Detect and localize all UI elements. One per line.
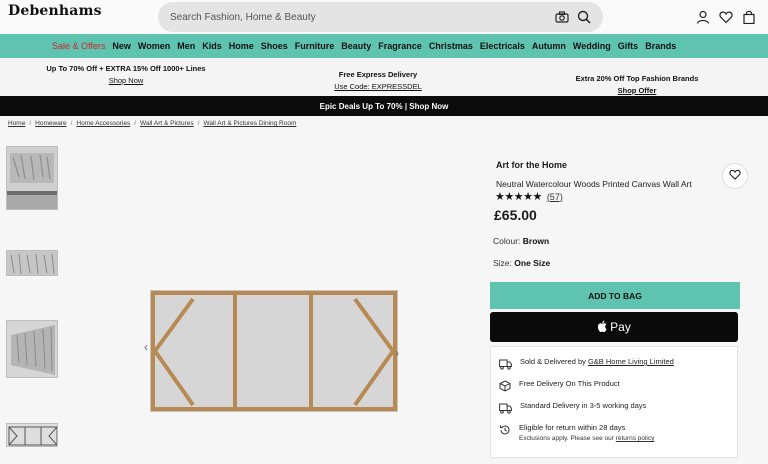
thumbnail-2[interactable] <box>6 250 58 276</box>
promo-left-text: Up To 70% Off + EXTRA 15% Off 1000+ Line… <box>46 64 206 73</box>
promo-left-link[interactable]: Shop Now <box>40 76 212 85</box>
breadcrumb-home[interactable]: Home <box>8 120 25 127</box>
standard-delivery-text: Standard Delivery in 3-5 working days <box>520 401 647 410</box>
canvas-frame-back <box>151 291 397 411</box>
breadcrumb-home-accessories[interactable]: Home Accessories <box>76 120 130 127</box>
wishlist-button[interactable] <box>722 163 748 189</box>
epic-deals-banner[interactable]: Epic Deals Up To 70% | Shop Now <box>0 96 768 116</box>
breadcrumb-homeware[interactable]: Homeware <box>35 120 66 127</box>
promo-center-text: Free Express Delivery <box>338 70 418 79</box>
returns-policy-link[interactable]: returns policy <box>616 435 655 442</box>
search-input[interactable]: Search Fashion, Home & Beauty <box>170 12 547 23</box>
account-icon[interactable] <box>696 10 710 29</box>
box-icon <box>499 379 511 397</box>
product-price: £65.00 <box>494 207 537 223</box>
add-to-bag-button[interactable]: ADD TO BAG <box>490 282 740 309</box>
size-label: Size: <box>493 258 512 268</box>
promo-left: Up To 70% Off + EXTRA 15% Off 1000+ Line… <box>40 64 212 85</box>
review-count-link[interactable]: (57) <box>547 192 563 202</box>
breadcrumb-wall-art[interactable]: Wall Art & Pictures <box>140 120 194 127</box>
promo-center: Free Express Delivery Use Code: EXPRESSD… <box>330 70 426 91</box>
nav-item-wedding[interactable]: Wedding <box>573 41 611 51</box>
nav-item-shoes[interactable]: Shoes <box>261 41 288 51</box>
colour-row: Colour: Brown <box>493 236 549 246</box>
camera-icon[interactable] <box>555 11 569 23</box>
thumbnail-3[interactable] <box>6 320 58 378</box>
apple-icon <box>597 320 607 335</box>
promo-strip: Up To 70% Off + EXTRA 15% Off 1000+ Line… <box>0 58 768 95</box>
nav-item-brands[interactable]: Brands <box>645 41 676 51</box>
nav-item-christmas[interactable]: Christmas <box>429 41 473 51</box>
breadcrumb-separator: / <box>197 120 200 127</box>
nav-item-women[interactable]: Women <box>138 41 170 51</box>
product-rating: ★★★★★ (57) <box>495 190 563 203</box>
returns-sub-prefix: Exclusions apply. Please see our <box>519 435 614 442</box>
logo[interactable]: Debenhams <box>8 3 102 19</box>
seller-row: Sold & Delivered by G&B Home Living Limi… <box>499 357 674 375</box>
main-product-image[interactable] <box>150 290 398 412</box>
promo-right-text: Extra 20% Off Top Fashion Brands <box>575 74 699 83</box>
breadcrumb: Home / Homeware / Home Accessories / Wall A… <box>8 120 296 127</box>
colour-label: Colour: <box>493 236 521 246</box>
breadcrumb-separator: / <box>29 120 32 127</box>
nav-item-autumn[interactable]: Autumn <box>532 41 566 51</box>
free-delivery-text: Free Delivery On This Product <box>519 379 620 388</box>
nav-item-beauty[interactable]: Beauty <box>341 41 371 51</box>
product-title: Neutral Watercolour Woods Printed Canvas… <box>496 179 692 189</box>
breadcrumb-separator: / <box>70 120 73 127</box>
seller-link[interactable]: G&B Home Living Limited <box>588 357 674 366</box>
returns-subtext: Exclusions apply. Please see our returns… <box>519 435 654 442</box>
promo-right: Extra 20% Off Top Fashion Brands Shop Of… <box>566 74 708 95</box>
nav-item-furniture[interactable]: Furniture <box>295 41 335 51</box>
search-bar[interactable]: Search Fashion, Home & Beauty <box>158 2 603 32</box>
site-header: Debenhams Search Fashion, Home & Beauty <box>0 0 768 34</box>
promo-right-link[interactable]: Shop Offer <box>566 86 708 95</box>
size-row: Size: One Size <box>493 258 550 268</box>
thumbnail-2-image <box>7 251 57 275</box>
standard-delivery-row: Standard Delivery in 3-5 working days <box>499 401 646 419</box>
returns-text: Eligible for return within 28 days <box>519 423 626 432</box>
colour-value: Brown <box>522 236 550 246</box>
returns-row: Eligible for return within 28 days Exclu… <box>499 423 654 442</box>
nav-item-gifts[interactable]: Gifts <box>618 41 639 51</box>
sold-by-prefix: Sold & Delivered by <box>520 357 586 366</box>
sold-by-text: Sold & Delivered by G&B Home Living Limi… <box>520 357 674 366</box>
nav-item-home[interactable]: Home <box>229 41 254 51</box>
main-nav: Sale & Offers New Women Men Kids Home Sh… <box>0 34 768 58</box>
seller-icon <box>499 357 512 375</box>
truck-icon <box>499 401 512 419</box>
breadcrumb-dining-room[interactable]: Wall Art & Pictures Dining Room <box>203 120 296 127</box>
thumbnail-4-image <box>7 424 57 446</box>
thumbnail-1[interactable] <box>6 146 58 210</box>
returns-icon <box>499 423 511 441</box>
nav-item-electricals[interactable]: Electricals <box>480 41 525 51</box>
apple-pay-label: Pay <box>610 320 631 334</box>
apple-pay-button[interactable]: Pay <box>490 312 738 342</box>
size-value: One Size <box>514 258 551 268</box>
thumbnail-3-image <box>7 321 57 377</box>
nav-item-kids[interactable]: Kids <box>202 41 222 51</box>
chevron-left-icon[interactable]: ‹ <box>144 340 148 354</box>
breadcrumb-separator: / <box>134 120 137 127</box>
nav-item-men[interactable]: Men <box>177 41 195 51</box>
product-brand[interactable]: Art for the Home <box>496 160 567 170</box>
thumbnail-1-image <box>7 147 57 209</box>
heart-icon[interactable] <box>719 10 733 29</box>
heart-icon <box>729 167 741 185</box>
nav-item-sale-offers[interactable]: Sale & Offers <box>52 41 105 51</box>
rating-stars: ★★★★★ <box>495 191 542 203</box>
nav-item-fragrance[interactable]: Fragrance <box>378 41 422 51</box>
promo-center-link[interactable]: Use Code: EXPRESSDEL <box>330 82 426 91</box>
nav-item-new[interactable]: New <box>112 41 131 51</box>
thumbnail-4[interactable] <box>6 423 58 447</box>
search-icon[interactable] <box>577 10 591 24</box>
delivery-info-panel: Sold & Delivered by G&B Home Living Limi… <box>490 346 738 458</box>
bag-icon[interactable] <box>742 10 756 29</box>
chevron-right-icon[interactable]: › <box>395 346 399 360</box>
free-delivery-row: Free Delivery On This Product <box>499 379 620 397</box>
